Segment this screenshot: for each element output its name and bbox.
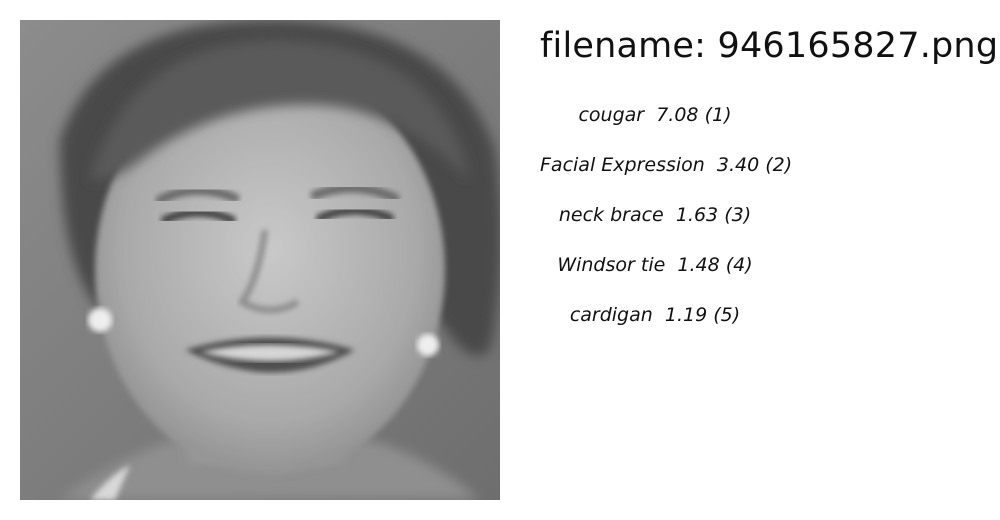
prediction-label: cardigan [569, 304, 653, 326]
face-photo-drawing [20, 20, 500, 500]
prediction-score: 7.08 [656, 104, 699, 126]
prediction-score: 1.48 [677, 254, 720, 276]
filename-title: filename: 946165827.png [540, 26, 999, 66]
face-photo [20, 20, 500, 500]
prediction-item: neck brace 1.63 (3) [540, 200, 770, 250]
prediction-rank: (1) [704, 104, 732, 126]
prediction-rank: (3) [724, 204, 752, 226]
prediction-item: cardigan 1.19 (5) [540, 300, 770, 350]
prediction-label: neck brace [558, 204, 664, 226]
prediction-score: 1.63 [675, 204, 719, 226]
prediction-label: Facial Expression [540, 154, 705, 176]
prediction-item: cougar 7.08 (1) [540, 100, 770, 150]
prediction-label: cougar [578, 104, 645, 126]
prediction-score: 3.40 [716, 154, 760, 176]
prediction-rank: (2) [765, 154, 793, 176]
prediction-rank: (4) [725, 254, 753, 276]
prediction-rank: (5) [713, 304, 741, 326]
prediction-score: 1.19 [664, 304, 708, 326]
prediction-item: Windsor tie 1.48 (4) [540, 250, 770, 300]
prediction-list: cougar 7.08 (1) Facial Expression 3.40 (… [540, 100, 792, 350]
prediction-item: Facial Expression 3.40 (2) [540, 150, 792, 200]
prediction-label: Windsor tie [557, 254, 666, 276]
